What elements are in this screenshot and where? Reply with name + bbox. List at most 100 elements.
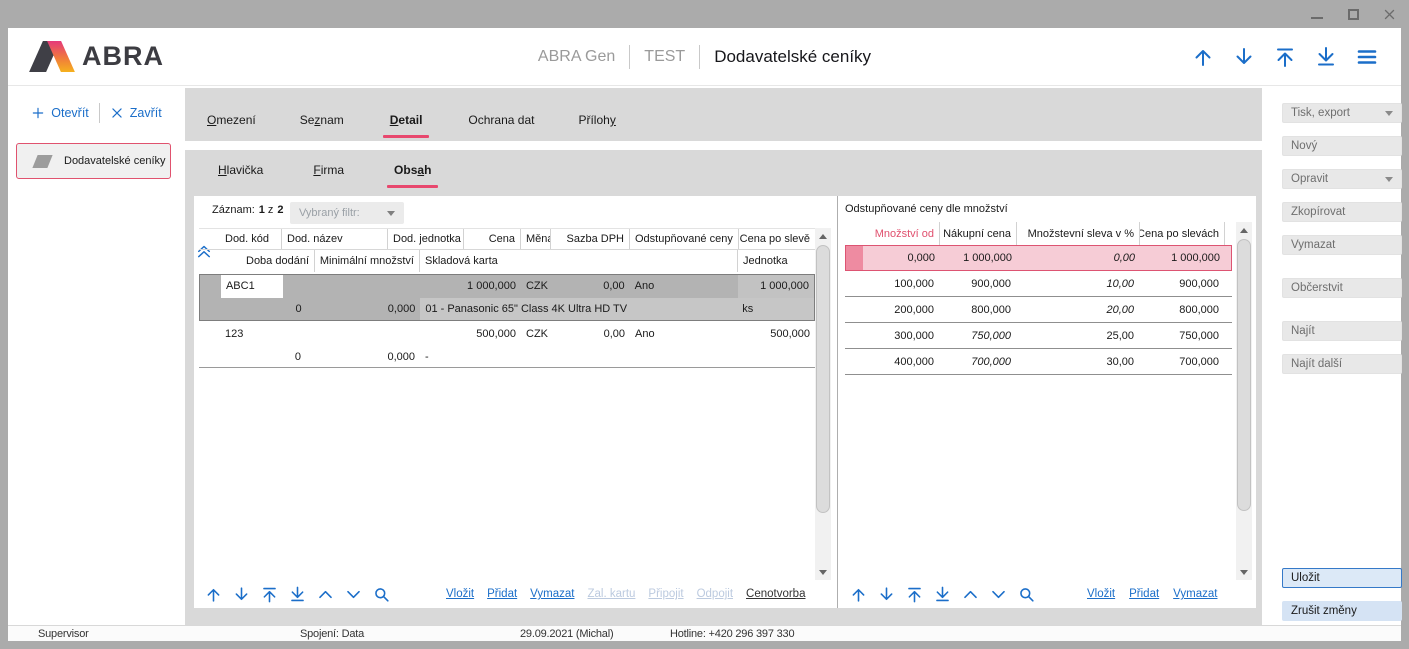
action-sidebar: Tisk, export Nový Opravit Zkopírovat Vym…: [1262, 88, 1401, 625]
column-header-nakupni-cena[interactable]: Nákupní cena: [940, 222, 1017, 245]
find-button[interactable]: Najít: [1282, 321, 1402, 341]
column-header-mnozstvi-od[interactable]: Množství od: [862, 222, 940, 245]
cell-cena-po-slevach: 700,000: [1140, 349, 1225, 374]
chevron-down-icon[interactable]: [989, 585, 1008, 604]
column-header-skladova-karta[interactable]: Skladová karta: [420, 250, 738, 272]
column-header-dod-nazev[interactable]: Dod. název: [282, 229, 388, 249]
detach-link[interactable]: Odpojit: [697, 588, 733, 600]
open-agenda-tab[interactable]: Dodavatelské ceníky: [16, 143, 171, 179]
cell-dod-kod-edit[interactable]: ABC1: [221, 275, 283, 298]
cell-nakupni-cena: 900,000: [940, 271, 1017, 296]
cell-mena: CZK: [521, 275, 551, 298]
new-button[interactable]: Nový: [1282, 136, 1402, 156]
column-header-minimalni-mnozstvi[interactable]: Minimální množství: [315, 250, 420, 272]
close-agenda-button[interactable]: Zavřít: [110, 106, 162, 120]
scroll-down-arrow[interactable]: [815, 564, 831, 580]
arrow-up-icon[interactable]: [1191, 45, 1215, 69]
table-row[interactable]: 100,000 900,000 10,00 900,000: [845, 271, 1232, 297]
column-header-doba-dodani[interactable]: Doba dodání: [199, 250, 315, 272]
arrow-to-bottom-icon[interactable]: [288, 585, 307, 604]
column-header-cena-po-slevach[interactable]: Cena po slevách: [1140, 222, 1225, 245]
column-header-sazba-dph[interactable]: Sazba DPH: [551, 229, 630, 249]
table-row[interactable]: 300,000 750,000 25,00 750,000: [845, 323, 1232, 349]
edit-button[interactable]: Opravit: [1282, 169, 1402, 189]
add-link[interactable]: Přidat: [1129, 588, 1159, 600]
sub-tabs: Hlavička Firma Obsah: [194, 150, 431, 190]
search-icon[interactable]: [372, 585, 391, 604]
add-link[interactable]: Přidat: [487, 588, 517, 600]
table-row-selected[interactable]: 0,000 1 000,000 0,00 1 000,000: [845, 245, 1232, 271]
column-header-mena[interactable]: Měna: [521, 229, 551, 249]
copy-button[interactable]: Zkopírovat: [1282, 202, 1402, 222]
table-row[interactable]: 123 500,000 CZK 0,00 Ano 500,000 0 0,000…: [199, 322, 815, 368]
tab-firma[interactable]: Firma: [313, 150, 344, 190]
cell-dod-kod: 123: [220, 322, 282, 345]
save-button[interactable]: Uložit: [1282, 568, 1402, 588]
table-row[interactable]: 400,000 700,000 30,00 700,000: [845, 349, 1232, 375]
find-next-button[interactable]: Najít další: [1282, 354, 1402, 374]
search-icon[interactable]: [1017, 585, 1036, 604]
chevron-up-icon[interactable]: [316, 585, 335, 604]
column-header-cena-po-sleve[interactable]: Cena po slevě: [739, 229, 815, 249]
arrow-down-icon[interactable]: [1232, 45, 1256, 69]
delete-button[interactable]: Vymazat: [1282, 235, 1402, 255]
active-tab-underline: [383, 135, 430, 138]
tab-prilohy[interactable]: Přílohy: [578, 100, 615, 140]
arrow-up-icon[interactable]: [204, 585, 223, 604]
refresh-button[interactable]: Občerstvit: [1282, 278, 1402, 298]
scrollbar-thumb[interactable]: [1237, 239, 1251, 511]
menu-icon[interactable]: [1355, 45, 1379, 69]
tab-obsah[interactable]: Obsah: [394, 150, 431, 190]
attach-link[interactable]: Připojit: [648, 588, 683, 600]
tab-seznam[interactable]: Seznam: [300, 100, 344, 140]
selected-row-marker: [846, 246, 863, 270]
arrow-to-top-icon[interactable]: [905, 585, 924, 604]
arrow-up-icon[interactable]: [849, 585, 868, 604]
tab-omezeni[interactable]: Omezení: [207, 100, 256, 140]
window-titlebar: [0, 0, 1409, 28]
cell-min-mnozstvi: 0,000: [316, 298, 421, 321]
delete-link[interactable]: Vymazat: [1173, 588, 1217, 600]
table-row[interactable]: 200,000 800,000 20,00 800,000: [845, 297, 1232, 323]
scrollbar-thumb[interactable]: [816, 245, 830, 513]
cell-skladova-karta: -: [420, 345, 738, 368]
column-header-cena[interactable]: Cena: [464, 229, 521, 249]
minimize-button[interactable]: [1309, 6, 1325, 22]
scroll-up-arrow[interactable]: [1236, 222, 1252, 238]
cell-jednotka: [738, 345, 815, 368]
create-card-link[interactable]: Zal. kartu: [587, 588, 635, 600]
delete-link[interactable]: Vymazat: [530, 588, 574, 600]
filter-dropdown[interactable]: Vybraný filtr:: [290, 202, 404, 224]
column-header-jednotka[interactable]: Jednotka: [738, 250, 815, 272]
tab-hlavicka[interactable]: Hlavička: [218, 150, 263, 190]
chevron-down-icon[interactable]: [344, 585, 363, 604]
maximize-button[interactable]: [1345, 6, 1361, 22]
column-header-dod-kod[interactable]: Dod. kód: [220, 229, 282, 249]
pricing-link[interactable]: Cenotvorba: [746, 588, 805, 600]
open-button[interactable]: Otevřít: [31, 106, 89, 120]
arrow-to-top-icon[interactable]: [260, 585, 279, 604]
app-window: ABRA ABRA Gen TEST Dodavatelské ceníky: [0, 0, 1409, 649]
cancel-changes-button[interactable]: Zrušit změny: [1282, 601, 1402, 621]
tab-ochrana-dat[interactable]: Ochrana dat: [468, 100, 534, 140]
arrow-down-icon[interactable]: [232, 585, 251, 604]
column-header-mnozstevni-sleva[interactable]: Množstevní sleva v %: [1017, 222, 1140, 245]
print-export-button[interactable]: Tisk, export: [1282, 103, 1402, 123]
table-row-selected[interactable]: ABC1 1 000,000 CZK 0,00 Ano 1 000,000 0 …: [199, 274, 815, 321]
column-header-dod-jednotka[interactable]: Dod. jednotka: [388, 229, 464, 249]
scroll-down-arrow[interactable]: [1236, 564, 1252, 580]
chevron-up-icon[interactable]: [961, 585, 980, 604]
tab-detail[interactable]: Detail: [390, 100, 423, 140]
column-header-odstupnovane-ceny[interactable]: Odstupňované ceny: [630, 229, 739, 249]
arrow-to-bottom-icon[interactable]: [1314, 45, 1338, 69]
cell-nakupni-cena: 800,000: [940, 297, 1017, 322]
right-table-scrollbar[interactable]: [1236, 222, 1252, 580]
scroll-up-arrow[interactable]: [815, 228, 831, 244]
arrow-down-icon[interactable]: [877, 585, 896, 604]
arrow-to-top-icon[interactable]: [1273, 45, 1297, 69]
insert-link[interactable]: Vložit: [446, 588, 474, 600]
insert-link[interactable]: Vložit: [1087, 588, 1115, 600]
close-button[interactable]: [1381, 6, 1397, 22]
arrow-to-bottom-icon[interactable]: [933, 585, 952, 604]
left-table-scrollbar[interactable]: [815, 228, 831, 580]
